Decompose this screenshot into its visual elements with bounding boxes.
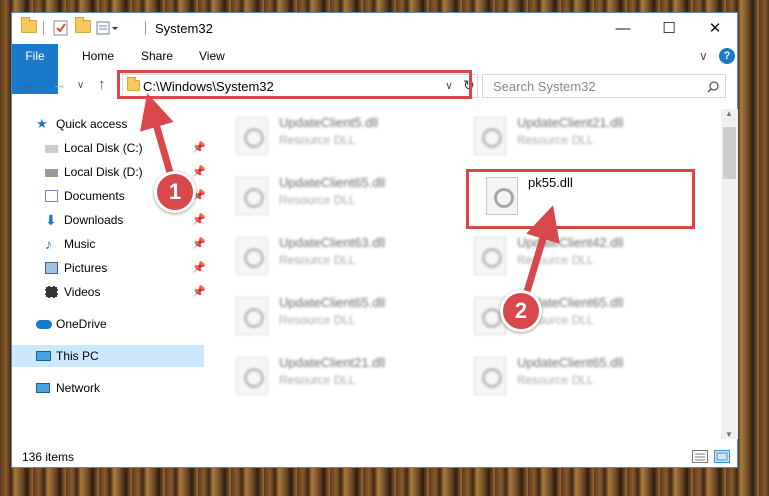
annotation-arrows [140,93,560,307]
step-badge-1: 1 [154,171,196,213]
step-badge-2: 2 [500,290,542,332]
